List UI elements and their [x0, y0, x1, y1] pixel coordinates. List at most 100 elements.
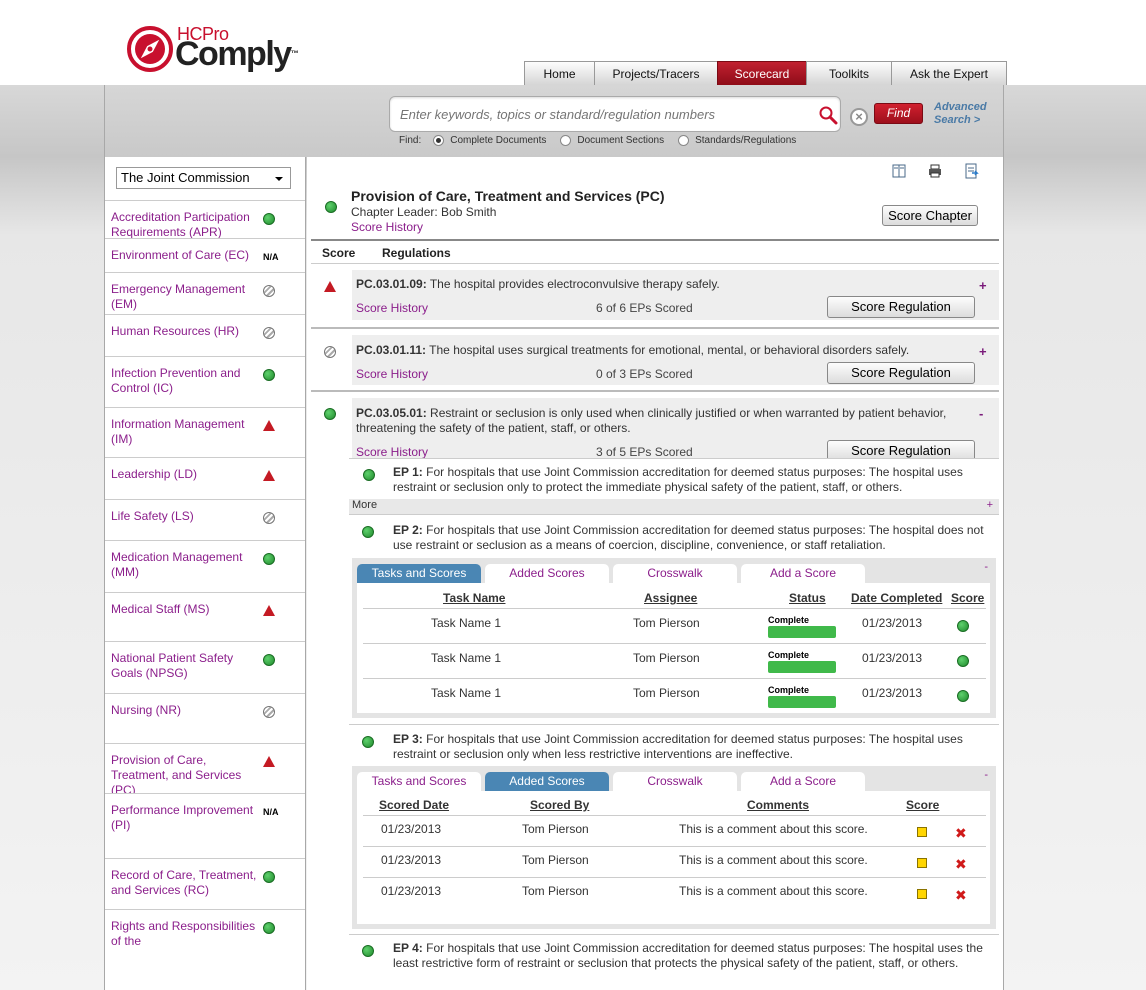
regulation-text: PC.03.05.01: Restraint or seclusion is o… — [356, 406, 947, 435]
search-icon[interactable] — [818, 105, 838, 125]
chapter-score-history-link[interactable]: Score History — [351, 220, 423, 234]
export-document-icon[interactable] — [963, 163, 979, 179]
score-regulation-button[interactable]: Score Regulation — [827, 362, 975, 384]
hcpro-comply-logo[interactable]: HCPro Comply™ — [127, 24, 317, 76]
regulation-score-history-link[interactable]: Score History — [356, 367, 428, 381]
tab-tasks-and-scores[interactable]: Tasks and Scores — [357, 772, 481, 791]
status-warning-icon — [263, 756, 275, 767]
regulation-score-history-link[interactable]: Score History — [356, 445, 428, 459]
tab-scorecard[interactable]: Scorecard — [717, 61, 807, 85]
comments-header[interactable]: Comments — [747, 798, 809, 812]
sidebar-item-em[interactable]: Emergency Management (EM) — [105, 272, 305, 314]
status-not-scored-icon — [263, 285, 275, 297]
sidebar-item-pi[interactable]: Performance Improvement (PI) N/A — [105, 793, 305, 858]
score-header[interactable]: Score — [951, 591, 984, 605]
eps-scored-count: 3 of 5 EPs Scored — [596, 445, 693, 459]
main-content: Provision of Care, Treatment and Service… — [307, 157, 1003, 990]
close-icon: × — [855, 109, 863, 124]
ep-status-compliant-icon — [363, 469, 375, 481]
score-regulation-button[interactable]: Score Regulation — [827, 296, 975, 318]
sidebar-item-ec[interactable]: Environment of Care (EC) N/A — [105, 238, 305, 272]
score-chapter-button[interactable]: Score Chapter — [882, 205, 978, 226]
main-nav: Home Projects/Tracers Scorecard Toolkits… — [524, 61, 1007, 85]
score-header[interactable]: Score — [906, 798, 939, 812]
panel-collapse-toggle[interactable]: - — [984, 769, 988, 781]
tab-home[interactable]: Home — [524, 61, 595, 85]
option-standards-regulations[interactable]: Standards/Regulations — [678, 135, 796, 146]
sidebar-item-ld[interactable]: Leadership (LD) — [105, 457, 305, 499]
clear-search-button[interactable]: × — [850, 108, 868, 126]
sidebar-item-npsg[interactable]: National Patient Safety Goals (NPSG) — [105, 641, 305, 693]
delete-score-icon[interactable]: ✖ — [955, 857, 967, 871]
tab-toolkits[interactable]: Toolkits — [806, 61, 892, 85]
sidebar-item-label: Infection Prevention and Control (IC) — [111, 366, 241, 395]
scored-by-header[interactable]: Scored By — [530, 798, 589, 812]
regulation-row: PC.03.01.09: The hospital provides elect… — [311, 263, 999, 327]
expand-toggle[interactable]: + — [979, 344, 987, 359]
sidebar-item-ic[interactable]: Infection Prevention and Control (IC) — [105, 356, 305, 407]
scored-date-cell: 01/23/2013 — [381, 822, 442, 836]
regulation-score-history-link[interactable]: Score History — [356, 301, 428, 315]
tab-crosswalk[interactable]: Crosswalk — [613, 772, 737, 791]
scored-date-cell: 01/23/2013 — [381, 853, 442, 867]
ep-row: EP 1: For hospitals that use Joint Commi… — [349, 458, 999, 499]
sidebar-item-label: Environment of Care (EC) — [111, 248, 250, 262]
sidebar-item-rc[interactable]: Record of Care, Treatment, and Services … — [105, 858, 305, 909]
tab-ask-the-expert[interactable]: Ask the Expert — [891, 61, 1007, 85]
sidebar-item-ms[interactable]: Medical Staff (MS) — [105, 592, 305, 641]
status-compliant-icon — [263, 213, 275, 225]
tab-added-scores[interactable]: Added Scores — [485, 772, 609, 791]
tab-tasks-and-scores[interactable]: Tasks and Scores — [357, 564, 481, 583]
advanced-search-link[interactable]: Advanced Search > — [934, 101, 994, 127]
product-text: Comply™ — [175, 35, 299, 73]
ep-status-compliant-icon — [362, 526, 374, 538]
panel-collapse-toggle[interactable]: - — [984, 561, 988, 573]
status-warning-icon — [263, 605, 275, 616]
collapse-toggle[interactable]: - — [979, 406, 983, 421]
status-compliant-icon — [263, 369, 275, 381]
status-warning-icon — [263, 470, 275, 481]
task-name-cell: Task Name 1 — [431, 616, 502, 630]
more-toggle[interactable]: + — [987, 499, 993, 511]
sidebar-item-mm[interactable]: Medication Management (MM) — [105, 540, 305, 592]
status-header[interactable]: Status — [789, 591, 826, 605]
comment-cell: This is a comment about this score. — [679, 884, 868, 898]
tab-projects-tracers[interactable]: Projects/Tracers — [594, 61, 718, 85]
status-progress: Complete — [768, 650, 836, 673]
radio[interactable] — [560, 135, 572, 146]
print-icon[interactable] — [927, 163, 943, 179]
date-completed-header[interactable]: Date Completed — [851, 591, 942, 605]
sidebar-item-ls[interactable]: Life Safety (LS) — [105, 499, 305, 540]
more-bar[interactable]: More + — [349, 499, 999, 514]
delete-score-icon[interactable]: ✖ — [955, 888, 967, 902]
ep-text: EP 4: For hospitals that use Joint Commi… — [393, 941, 983, 970]
sidebar-item-label: National Patient Safety Goals (NPSG) — [111, 651, 234, 680]
regulation-row-expanded: PC.03.05.01: Restraint or seclusion is o… — [311, 390, 999, 462]
find-button[interactable]: Find — [874, 103, 923, 124]
search-input[interactable] — [400, 105, 800, 123]
sidebar-item-hr[interactable]: Human Resources (HR) — [105, 314, 305, 356]
ep-status-compliant-icon — [362, 736, 374, 748]
tab-added-scores[interactable]: Added Scores — [485, 564, 609, 583]
tab-add-a-score[interactable]: Add a Score — [741, 564, 865, 583]
ep-text: EP 3: For hospitals that use Joint Commi… — [393, 732, 963, 761]
assignee-header[interactable]: Assignee — [644, 591, 697, 605]
organization-select[interactable]: The Joint Commission — [116, 167, 291, 189]
radio[interactable] — [678, 135, 690, 146]
sidebar-item-apr[interactable]: Accreditation Participation Requirements… — [105, 200, 305, 239]
sidebar-item-nr[interactable]: Nursing (NR) — [105, 693, 305, 743]
tab-crosswalk[interactable]: Crosswalk — [613, 564, 737, 583]
tab-add-a-score[interactable]: Add a Score — [741, 772, 865, 791]
eps-scored-count: 6 of 6 EPs Scored — [596, 301, 693, 315]
option-document-sections[interactable]: Document Sections — [560, 135, 664, 146]
book-icon[interactable] — [891, 163, 907, 179]
sidebar-item-pc[interactable]: Provision of Care, Treatment, and Servic… — [105, 743, 305, 797]
sidebar-item-im[interactable]: Information Management (IM) — [105, 407, 305, 457]
task-name-header[interactable]: Task Name — [443, 591, 505, 605]
radio-selected[interactable] — [433, 135, 445, 146]
sidebar-item-item15[interactable]: Rights and Responsibilities of the — [105, 909, 305, 990]
scored-date-header[interactable]: Scored Date — [379, 798, 449, 812]
delete-score-icon[interactable]: ✖ — [955, 826, 967, 840]
option-complete-documents[interactable]: Complete Documents — [433, 135, 546, 146]
expand-toggle[interactable]: + — [979, 278, 987, 293]
